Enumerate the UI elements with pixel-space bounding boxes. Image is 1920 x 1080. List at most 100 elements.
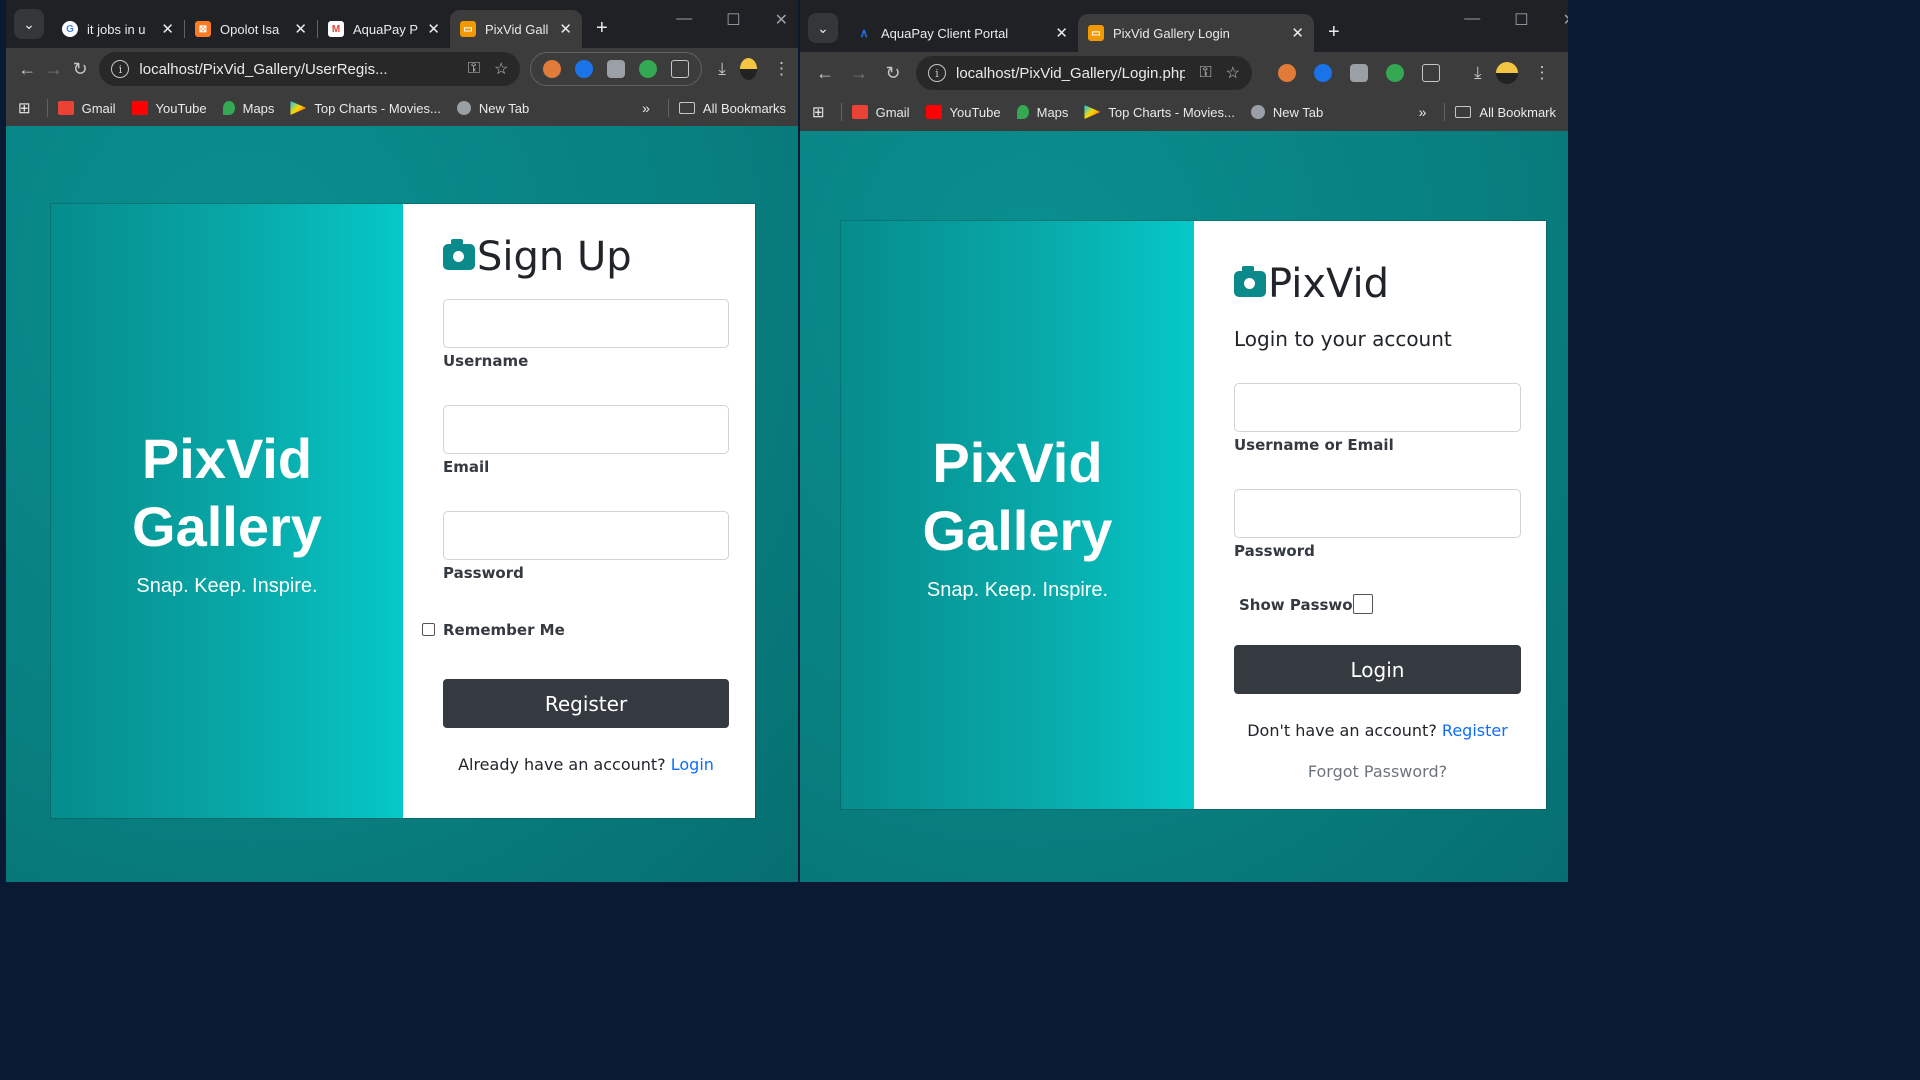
close-icon[interactable]: ✕ (1055, 24, 1068, 42)
apps-grid-icon[interactable]: ⊞ (18, 99, 31, 117)
puzzle-icon[interactable] (671, 60, 690, 78)
register-button[interactable]: Register (443, 679, 729, 728)
forgot-password-link[interactable]: Forgot Password? (1234, 762, 1521, 781)
avatar[interactable] (1495, 62, 1518, 84)
bookmark-star-icon[interactable]: ☆ (494, 59, 508, 79)
more-bookmarks-icon[interactable]: » (642, 100, 650, 116)
toolbar: ← → ↻ i localhost/PixVid_Gallery/Login.p… (800, 52, 1568, 94)
bookmark-maps[interactable]: Maps (222, 101, 274, 116)
menu-icon[interactable]: ⋮ (773, 59, 790, 79)
login-button[interactable]: Login (1234, 645, 1521, 694)
reload-icon[interactable]: ↻ (876, 63, 910, 84)
bookmark-new-tab[interactable]: New Tab (456, 100, 530, 116)
apps-grid-icon[interactable]: ⊞ (812, 103, 825, 121)
tab-opolot[interactable]: ⊠ Opolot Isa ✕ (185, 10, 317, 48)
address-bar[interactable]: i localhost/PixVid_Gallery/UserRegis... … (99, 52, 521, 86)
youtube-icon (925, 105, 942, 119)
bookmark-top-charts[interactable]: Top Charts - Movies... (1084, 104, 1235, 120)
chat-extension-icon[interactable] (607, 60, 626, 78)
puzzle-icon[interactable] (1422, 64, 1440, 82)
brand-tagline: Snap. Keep. Inspire. (136, 574, 318, 597)
close-icon[interactable]: ✕ (161, 20, 174, 38)
android-extension-icon[interactable] (1386, 64, 1404, 82)
bookmark-divider (1444, 103, 1446, 121)
forward-icon[interactable]: → (842, 63, 876, 84)
all-bookmarks-button[interactable]: All Bookmark (1455, 105, 1556, 120)
all-bookmarks-button[interactable]: All Bookmarks (678, 100, 786, 116)
extension-icon[interactable] (1278, 64, 1296, 82)
password-key-icon[interactable]: ⚿ (468, 60, 480, 78)
avatar[interactable] (739, 58, 758, 80)
maximize-icon[interactable]: ☐ (1514, 10, 1528, 30)
login-link[interactable]: Login (671, 755, 714, 774)
tab-aquapay[interactable]: M AquaPay P ✕ (318, 10, 450, 48)
browser-chrome: ⌄ G it jobs in u ✕ ⊠ Opolot Isa ✕ M Aqua… (6, 0, 798, 126)
tab-pixvid-login[interactable]: ▭ PixVid Gallery Login ✕ (1078, 14, 1314, 52)
bookmark-new-tab[interactable]: New Tab (1250, 105, 1323, 120)
reload-icon[interactable]: ↻ (67, 59, 93, 80)
gmail-icon (57, 101, 74, 115)
password-label: Password (1234, 542, 1315, 560)
bookmark-youtube[interactable]: YouTube (131, 101, 207, 116)
download-icon[interactable]: ⤓ (1474, 63, 1482, 83)
bookmark-youtube[interactable]: YouTube (925, 105, 1001, 120)
tab-jobs[interactable]: G it jobs in u ✕ (52, 10, 184, 48)
extension-icon[interactable] (543, 60, 562, 78)
youtube-icon (131, 101, 148, 115)
brand-panel: PixVid Gallery Snap. Keep. Inspire. (51, 204, 403, 818)
more-bookmarks-icon[interactable]: » (1419, 104, 1427, 120)
username-label: Username (443, 352, 529, 370)
bookmark-label: New Tab (478, 100, 530, 116)
back-icon[interactable]: ← (808, 63, 842, 84)
shazam-icon[interactable] (1314, 64, 1332, 82)
maximize-icon[interactable]: ☐ (726, 10, 740, 30)
chat-extension-icon[interactable] (1350, 64, 1368, 82)
new-tab-button[interactable]: + (596, 17, 608, 40)
minimize-icon[interactable]: — (676, 10, 692, 30)
address-bar[interactable]: i localhost/PixVid_Gallery/Login.php ⚿ ☆ (916, 56, 1252, 90)
bookmark-label: Top Charts - Movies... (1108, 104, 1235, 120)
bookmark-label: Top Charts - Movies... (314, 100, 441, 116)
bookmark-maps[interactable]: Maps (1016, 105, 1068, 120)
tab-aquapay-portal[interactable]: ∧ AquaPay Client Portal ✕ (846, 14, 1078, 52)
tab-search-button[interactable]: ⌄ (14, 9, 44, 39)
all-bookmarks-label: All Bookmarks (702, 100, 786, 116)
show-password-checkbox[interactable] (1353, 594, 1373, 614)
username-email-input[interactable] (1234, 383, 1521, 432)
bookmark-gmail[interactable]: Gmail (57, 101, 116, 116)
minimize-icon[interactable]: — (1464, 10, 1480, 30)
tab-strip: ⌄ ∧ AquaPay Client Portal ✕ ▭ PixVid Gal… (800, 0, 1568, 52)
folder-icon (678, 102, 695, 114)
menu-icon[interactable]: ⋮ (1534, 63, 1551, 83)
brand-title-line2: Gallery (922, 498, 1113, 562)
forward-icon[interactable]: → (40, 59, 66, 80)
username-input[interactable] (443, 299, 729, 348)
password-input[interactable] (1234, 489, 1521, 538)
close-window-icon[interactable]: ✕ (775, 10, 788, 30)
password-input[interactable] (443, 511, 729, 560)
remember-me-checkbox[interactable] (422, 623, 435, 636)
close-window-icon[interactable]: ✕ (1563, 10, 1568, 30)
shazam-icon[interactable] (575, 60, 594, 78)
bookmark-gmail[interactable]: Gmail (851, 105, 910, 120)
bookmark-star-icon[interactable]: ☆ (1226, 63, 1240, 83)
download-icon[interactable]: ⤓ (718, 59, 726, 79)
signup-card: PixVid Gallery Snap. Keep. Inspire. Sign … (51, 204, 755, 818)
new-tab-button[interactable]: + (1328, 21, 1340, 44)
bookmark-top-charts[interactable]: Top Charts - Movies... (290, 100, 441, 116)
site-info-icon[interactable]: i (111, 60, 130, 78)
tab-search-button[interactable]: ⌄ (808, 13, 838, 43)
tab-pixvid-register[interactable]: ▭ PixVid Gall ✕ (450, 10, 582, 48)
close-icon[interactable]: ✕ (1291, 24, 1304, 42)
password-key-icon[interactable]: ⚿ (1199, 64, 1211, 82)
register-link[interactable]: Register (1442, 721, 1508, 740)
gmail-icon (851, 105, 868, 119)
close-icon[interactable]: ✕ (427, 20, 440, 38)
close-icon[interactable]: ✕ (294, 20, 307, 38)
back-icon[interactable]: ← (14, 59, 40, 80)
site-info-icon[interactable]: i (928, 64, 946, 82)
register-prompt: Don't have an account? Register (1234, 721, 1521, 740)
email-input[interactable] (443, 405, 729, 454)
android-extension-icon[interactable] (639, 60, 658, 78)
close-icon[interactable]: ✕ (559, 20, 572, 38)
